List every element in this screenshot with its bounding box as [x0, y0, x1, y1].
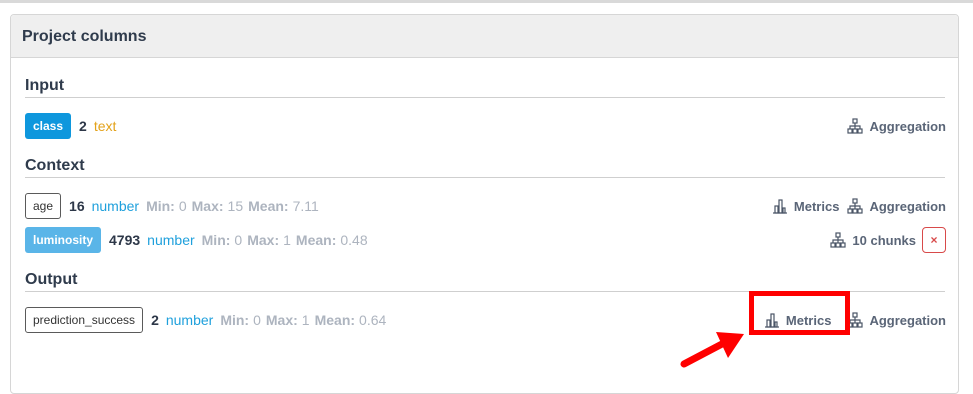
- max-label: Max:: [265, 312, 298, 328]
- section-title-context: Context: [25, 157, 85, 174]
- mean-label: Mean:: [314, 312, 356, 328]
- max-value: 1: [301, 312, 310, 328]
- section-title-input: Input: [25, 77, 65, 94]
- column-type: text: [93, 118, 117, 134]
- section-divider: [25, 177, 945, 178]
- highlight-box: [749, 291, 850, 335]
- bar-chart-icon: [772, 199, 787, 214]
- min-label: Min:: [220, 312, 250, 328]
- panel-title: Project columns: [11, 15, 958, 58]
- arrow-icon: [680, 332, 744, 368]
- remove-button[interactable]: ×: [922, 227, 946, 253]
- min-value: 0: [253, 312, 261, 328]
- aggregation-label: Aggregation: [869, 118, 946, 134]
- max-label: Max:: [191, 198, 224, 214]
- sitemap-icon: [847, 198, 864, 214]
- column-count: 2: [79, 118, 87, 134]
- aggregation-button[interactable]: Aggregation: [847, 198, 946, 214]
- aggregation-label: Aggregation: [869, 198, 946, 214]
- sitemap-icon: [847, 118, 864, 134]
- max-value: 15: [227, 198, 244, 214]
- max-label: Max:: [247, 232, 280, 248]
- column-type: number: [91, 198, 140, 214]
- column-tag-class[interactable]: class: [25, 113, 72, 139]
- section-title-output: Output: [25, 271, 78, 288]
- column-count: 4793: [109, 232, 141, 248]
- metrics-label: Metrics: [793, 198, 840, 214]
- min-label: Min:: [201, 232, 231, 248]
- column-row-class: class 2 text Aggregation: [25, 112, 946, 140]
- chunks-button[interactable]: 10 chunks: [830, 232, 916, 248]
- aggregation-button[interactable]: Aggregation: [847, 312, 946, 328]
- aggregation-label: Aggregation: [869, 312, 946, 328]
- column-type: number: [165, 312, 214, 328]
- mean-label: Mean:: [248, 198, 289, 214]
- metrics-button[interactable]: Metrics: [772, 198, 840, 214]
- project-columns-panel: Project columns Input class 2 text Aggre…: [10, 14, 959, 394]
- sitemap-icon: [830, 232, 847, 248]
- top-divider: [0, 0, 973, 3]
- max-value: 1: [283, 232, 291, 248]
- column-row-luminosity: luminosity 4793 number Min: 0 Max: 1 Mea…: [25, 226, 946, 254]
- chunks-label: 10 chunks: [852, 232, 916, 248]
- column-count: 2: [151, 312, 159, 328]
- mean-value: 0.48: [340, 232, 368, 248]
- column-tag-age[interactable]: age: [25, 193, 62, 219]
- min-label: Min:: [146, 198, 175, 214]
- aggregation-button[interactable]: Aggregation: [847, 118, 946, 134]
- column-tag-prediction-success[interactable]: prediction_success: [25, 307, 144, 333]
- min-value: 0: [234, 232, 243, 248]
- column-count: 16: [69, 198, 85, 214]
- column-type: number: [147, 232, 195, 248]
- min-value: 0: [178, 198, 187, 214]
- mean-value: 0.64: [359, 312, 387, 328]
- column-row-age: age 16 number Min: 0 Max: 15 Mean: 7.11 …: [25, 192, 946, 220]
- mean-value: 7.11: [292, 198, 319, 214]
- mean-label: Mean:: [295, 232, 337, 248]
- column-tag-luminosity[interactable]: luminosity: [25, 227, 102, 253]
- section-divider: [25, 97, 945, 98]
